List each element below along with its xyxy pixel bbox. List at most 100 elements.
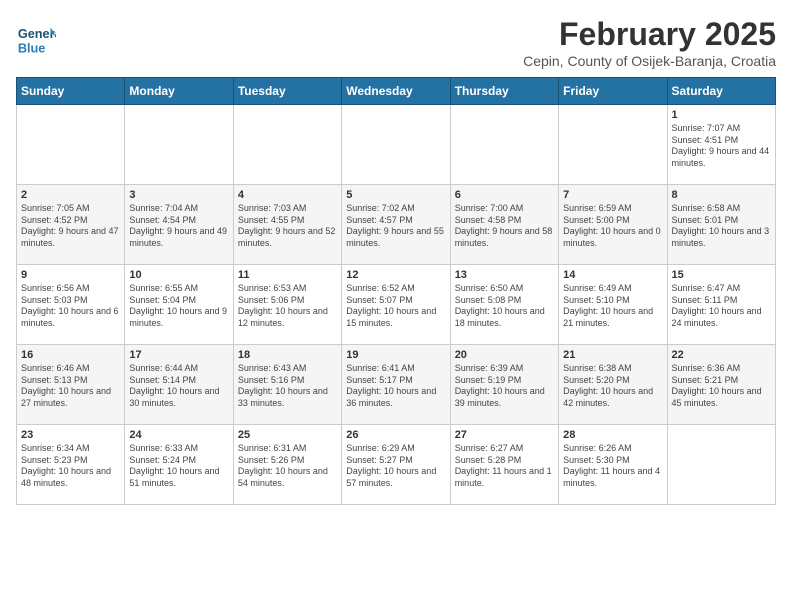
- day-number: 17: [129, 349, 228, 361]
- calendar-day-cell: 7Sunrise: 6:59 AM Sunset: 5:00 PM Daylig…: [559, 185, 667, 265]
- day-info: Sunrise: 7:00 AM Sunset: 4:58 PM Dayligh…: [455, 203, 554, 250]
- calendar-day-cell: 22 Sunrise: 6:36 AM Sunset: 5:21 PM Dayli…: [667, 345, 775, 425]
- day-number: 9: [21, 269, 120, 281]
- calendar-day-cell: 19 Sunrise: 6:41 AM Sunset: 5:17 PM Dayli…: [342, 345, 450, 425]
- calendar-day-cell: 10 Sunrise: 6:55 AM Sunset: 5:04 PM Dayli…: [125, 265, 233, 345]
- calendar-day-cell: 21 Sunrise: 6:38 AM Sunset: 5:20 PM Dayli…: [559, 345, 667, 425]
- day-number: 21: [563, 349, 662, 361]
- day-number: 5: [346, 189, 445, 201]
- day-info: Sunrise: 7:03 AM Sunset: 4:55 PM Dayligh…: [238, 203, 337, 250]
- day-number: 15: [672, 269, 771, 281]
- day-number: 4: [238, 189, 337, 201]
- day-info: Sunrise: 6:43 AM Sunset: 5:16 PM Dayligh…: [238, 363, 337, 410]
- day-number: 20: [455, 349, 554, 361]
- calendar-day-cell: [450, 105, 558, 185]
- day-info: Sunrise: 6:46 AM Sunset: 5:13 PM Dayligh…: [21, 363, 120, 410]
- weekday-header-monday: Monday: [125, 78, 233, 105]
- calendar-week-row: 1 Sunrise: 7:07 AM Sunset: 4:51 PM Daylig…: [17, 105, 776, 185]
- page-header: General Blue February 2025 Cepin, County…: [16, 16, 776, 69]
- day-info: Sunrise: 7:04 AM Sunset: 4:54 PM Dayligh…: [129, 203, 228, 250]
- calendar-day-cell: 4 Sunrise: 7:03 AM Sunset: 4:55 PM Daylig…: [233, 185, 341, 265]
- calendar-day-cell: 3Sunrise: 7:04 AM Sunset: 4:54 PM Daylig…: [125, 185, 233, 265]
- day-info: Sunrise: 6:39 AM Sunset: 5:19 PM Dayligh…: [455, 363, 554, 410]
- day-info: Sunrise: 6:59 AM Sunset: 5:00 PM Dayligh…: [563, 203, 662, 250]
- weekday-header-tuesday: Tuesday: [233, 78, 341, 105]
- day-number: 8: [672, 189, 771, 201]
- day-number: 19: [346, 349, 445, 361]
- day-number: 10: [129, 269, 228, 281]
- calendar-body: 1 Sunrise: 7:07 AM Sunset: 4:51 PM Daylig…: [17, 105, 776, 505]
- day-info: Sunrise: 6:55 AM Sunset: 5:04 PM Dayligh…: [129, 283, 228, 330]
- weekday-header-sunday: Sunday: [17, 78, 125, 105]
- day-info: Sunrise: 6:52 AM Sunset: 5:07 PM Dayligh…: [346, 283, 445, 330]
- weekday-header-wednesday: Wednesday: [342, 78, 450, 105]
- logo: General Blue: [16, 20, 60, 60]
- calendar-day-cell: 12 Sunrise: 6:52 AM Sunset: 5:07 PM Dayli…: [342, 265, 450, 345]
- calendar-day-cell: 27 Sunrise: 6:27 AM Sunset: 5:28 PM Dayli…: [450, 425, 558, 505]
- day-info: Sunrise: 6:38 AM Sunset: 5:20 PM Dayligh…: [563, 363, 662, 410]
- day-info: Sunrise: 6:56 AM Sunset: 5:03 PM Dayligh…: [21, 283, 120, 330]
- calendar-week-row: 9 Sunrise: 6:56 AM Sunset: 5:03 PM Daylig…: [17, 265, 776, 345]
- day-number: 16: [21, 349, 120, 361]
- calendar-day-cell: 26 Sunrise: 6:29 AM Sunset: 5:27 PM Dayli…: [342, 425, 450, 505]
- calendar-day-cell: [559, 105, 667, 185]
- day-info: Sunrise: 6:58 AM Sunset: 5:01 PM Dayligh…: [672, 203, 771, 250]
- day-number: 28: [563, 429, 662, 441]
- calendar-day-cell: 14Sunrise: 6:49 AM Sunset: 5:10 PM Dayli…: [559, 265, 667, 345]
- day-number: 11: [238, 269, 337, 281]
- calendar-day-cell: 17 Sunrise: 6:44 AM Sunset: 5:14 PM Dayli…: [125, 345, 233, 425]
- calendar-day-cell: 2 Sunrise: 7:05 AM Sunset: 4:52 PM Daylig…: [17, 185, 125, 265]
- day-info: Sunrise: 6:53 AM Sunset: 5:06 PM Dayligh…: [238, 283, 337, 330]
- day-info: Sunrise: 6:44 AM Sunset: 5:14 PM Dayligh…: [129, 363, 228, 410]
- weekday-header-saturday: Saturday: [667, 78, 775, 105]
- calendar-day-cell: 23 Sunrise: 6:34 AM Sunset: 5:23 PM Dayli…: [17, 425, 125, 505]
- calendar-day-cell: 11 Sunrise: 6:53 AM Sunset: 5:06 PM Dayli…: [233, 265, 341, 345]
- day-info: Sunrise: 7:07 AM Sunset: 4:51 PM Dayligh…: [672, 123, 771, 170]
- calendar-week-row: 2 Sunrise: 7:05 AM Sunset: 4:52 PM Daylig…: [17, 185, 776, 265]
- calendar-day-cell: 15 Sunrise: 6:47 AM Sunset: 5:11 PM Dayli…: [667, 265, 775, 345]
- calendar-day-cell: [667, 425, 775, 505]
- day-number: 27: [455, 429, 554, 441]
- location-subtitle: Cepin, County of Osijek-Baranja, Croatia: [523, 53, 776, 69]
- day-info: Sunrise: 6:33 AM Sunset: 5:24 PM Dayligh…: [129, 443, 228, 490]
- day-number: 13: [455, 269, 554, 281]
- day-number: 1: [672, 109, 771, 121]
- day-number: 22: [672, 349, 771, 361]
- day-number: 25: [238, 429, 337, 441]
- calendar-day-cell: [125, 105, 233, 185]
- day-info: Sunrise: 6:26 AM Sunset: 5:30 PM Dayligh…: [563, 443, 662, 490]
- calendar-day-cell: 5Sunrise: 7:02 AM Sunset: 4:57 PM Daylig…: [342, 185, 450, 265]
- calendar-day-cell: 8 Sunrise: 6:58 AM Sunset: 5:01 PM Daylig…: [667, 185, 775, 265]
- day-number: 24: [129, 429, 228, 441]
- calendar-day-cell: [233, 105, 341, 185]
- day-number: 12: [346, 269, 445, 281]
- day-info: Sunrise: 6:31 AM Sunset: 5:26 PM Dayligh…: [238, 443, 337, 490]
- calendar-day-cell: [17, 105, 125, 185]
- calendar-header: SundayMondayTuesdayWednesdayThursdayFrid…: [17, 78, 776, 105]
- day-number: 2: [21, 189, 120, 201]
- calendar-day-cell: 25 Sunrise: 6:31 AM Sunset: 5:26 PM Dayli…: [233, 425, 341, 505]
- day-number: 26: [346, 429, 445, 441]
- calendar-day-cell: 9 Sunrise: 6:56 AM Sunset: 5:03 PM Daylig…: [17, 265, 125, 345]
- day-info: Sunrise: 6:29 AM Sunset: 5:27 PM Dayligh…: [346, 443, 445, 490]
- day-number: 14: [563, 269, 662, 281]
- calendar-day-cell: [342, 105, 450, 185]
- calendar-table: SundayMondayTuesdayWednesdayThursdayFrid…: [16, 77, 776, 505]
- day-info: Sunrise: 6:36 AM Sunset: 5:21 PM Dayligh…: [672, 363, 771, 410]
- day-info: Sunrise: 7:05 AM Sunset: 4:52 PM Dayligh…: [21, 203, 120, 250]
- day-number: 6: [455, 189, 554, 201]
- weekday-header-thursday: Thursday: [450, 78, 558, 105]
- day-number: 18: [238, 349, 337, 361]
- svg-text:General: General: [18, 26, 56, 41]
- calendar-day-cell: 1 Sunrise: 7:07 AM Sunset: 4:51 PM Daylig…: [667, 105, 775, 185]
- calendar-week-row: 23 Sunrise: 6:34 AM Sunset: 5:23 PM Dayli…: [17, 425, 776, 505]
- day-info: Sunrise: 6:41 AM Sunset: 5:17 PM Dayligh…: [346, 363, 445, 410]
- calendar-day-cell: 13 Sunrise: 6:50 AM Sunset: 5:08 PM Dayli…: [450, 265, 558, 345]
- day-number: 23: [21, 429, 120, 441]
- day-info: Sunrise: 6:50 AM Sunset: 5:08 PM Dayligh…: [455, 283, 554, 330]
- day-info: Sunrise: 6:34 AM Sunset: 5:23 PM Dayligh…: [21, 443, 120, 490]
- calendar-day-cell: 6 Sunrise: 7:00 AM Sunset: 4:58 PM Daylig…: [450, 185, 558, 265]
- day-info: Sunrise: 6:27 AM Sunset: 5:28 PM Dayligh…: [455, 443, 554, 490]
- calendar-week-row: 16 Sunrise: 6:46 AM Sunset: 5:13 PM Dayli…: [17, 345, 776, 425]
- day-info: Sunrise: 6:47 AM Sunset: 5:11 PM Dayligh…: [672, 283, 771, 330]
